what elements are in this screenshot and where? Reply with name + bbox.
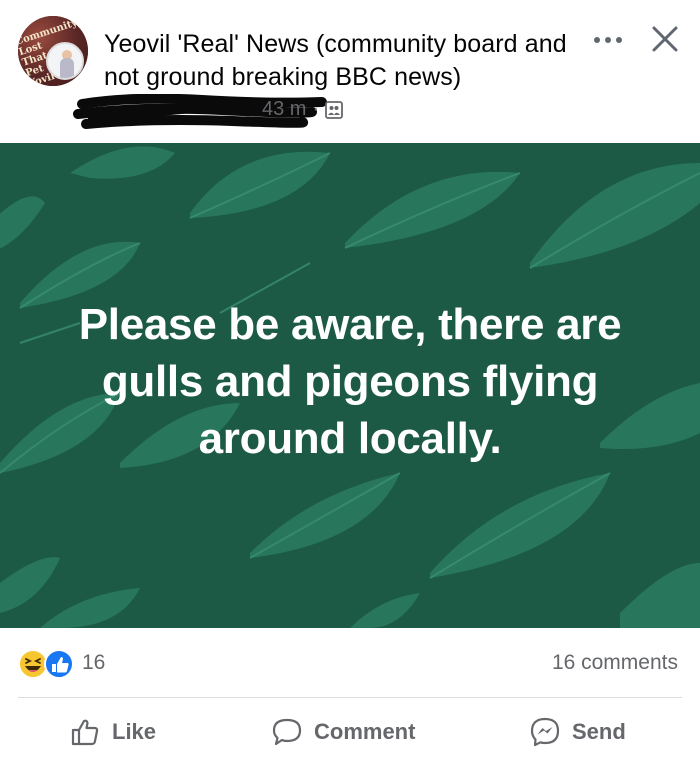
messenger-icon: [530, 717, 560, 747]
page-avatar[interactable]: Community Lost That Pet Yovil: [18, 16, 88, 86]
avatar-figure-body: [60, 58, 74, 78]
background-text-post: Please be aware, there are gulls and pig…: [0, 143, 700, 628]
haha-reaction-icon: [18, 649, 48, 679]
like-button[interactable]: Like: [70, 713, 156, 751]
page-name-link[interactable]: Yeovil 'Real' News (community board and …: [104, 28, 574, 94]
avatar-photo: [46, 42, 84, 80]
post-meta: 43 m ·: [70, 94, 390, 134]
like-label: Like: [112, 719, 157, 744]
divider: [18, 697, 682, 698]
group-icon: [325, 100, 344, 119]
post-timestamp[interactable]: 43 m ·: [262, 98, 344, 121]
send-label: Send: [572, 719, 626, 744]
post-body-text: Please be aware, there are gulls and pig…: [78, 300, 622, 463]
dot: [605, 37, 611, 43]
comments-count[interactable]: 16 comments: [552, 651, 678, 675]
meta-separator: ·: [312, 98, 320, 120]
reaction-icons[interactable]: [18, 648, 76, 680]
dot: [594, 37, 600, 43]
reaction-count[interactable]: 16: [82, 651, 105, 675]
close-icon[interactable]: [648, 22, 682, 56]
send-button[interactable]: Send: [530, 713, 626, 751]
speech-bubble-icon: [272, 718, 302, 746]
timestamp-text: 43 m: [262, 98, 307, 120]
more-options-icon[interactable]: [588, 28, 628, 52]
like-reaction-icon: [44, 649, 74, 679]
dot: [616, 37, 622, 43]
comment-label: Comment: [314, 719, 416, 744]
comment-button[interactable]: Comment: [272, 713, 415, 751]
thumbs-up-icon: [71, 719, 99, 746]
